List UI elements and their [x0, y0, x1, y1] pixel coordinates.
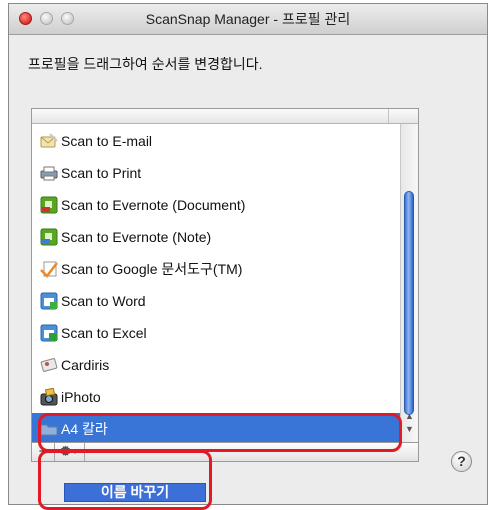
profile-row-scan-to-evernote-document[interactable]: Scan to Evernote (Document) — [32, 189, 400, 221]
profile-row-cardiris[interactable]: Cardiris — [32, 349, 400, 381]
evernote-pdf-icon — [40, 196, 58, 214]
scroll-thumb[interactable] — [404, 191, 414, 415]
list-header-divider — [388, 109, 389, 123]
action-context-menu: 이름 바꾸기 — [64, 483, 206, 502]
profile-row-scan-to-word[interactable]: Scan to Word — [32, 285, 400, 317]
iphoto-icon — [40, 388, 58, 406]
word-icon — [40, 292, 58, 310]
list-header — [32, 109, 418, 124]
scroll-down-arrow-icon[interactable]: ▼ — [404, 424, 415, 435]
action-menu-button[interactable]: ▼ — [54, 443, 85, 461]
profile-row-scan-to-excel[interactable]: Scan to Excel — [32, 317, 400, 349]
folder-icon — [40, 420, 58, 438]
excel-icon — [40, 324, 58, 342]
gear-icon — [59, 443, 71, 461]
profile-row-scan-to-evernote-note[interactable]: Scan to Evernote (Note) — [32, 221, 400, 253]
profile-label: Scan to E-mail — [61, 133, 153, 149]
profile-row-scan-to-google-docs[interactable]: Scan to Google 문서도구(TM) — [32, 253, 400, 285]
title-bar[interactable]: ScanSnap Manager - 프로필 관리 — [9, 4, 487, 35]
google-docs-icon — [40, 260, 58, 278]
evernote-jpg-icon — [40, 228, 58, 246]
profile-label: Scan to Word — [61, 293, 146, 309]
list-scrollbar[interactable]: ▲ ▼ — [400, 124, 418, 442]
profile-label: Cardiris — [61, 357, 110, 373]
chevron-down-icon: ▼ — [71, 448, 79, 456]
profile-label: Scan to Print — [61, 165, 142, 181]
instruction-text: 프로필을 드래그하여 순서를 변경합니다. — [28, 56, 263, 72]
profile-list[interactable]: Scan to E-mail Scan to Print Scan to Eve… — [31, 108, 419, 443]
profile-label: Scan to Evernote (Note) — [61, 229, 212, 245]
profile-row-scan-to-email[interactable]: Scan to E-mail — [32, 125, 400, 157]
profile-rows: Scan to E-mail Scan to Print Scan to Eve… — [32, 125, 400, 442]
profile-row-a4-color[interactable]: A4 칼라 — [32, 413, 400, 442]
window-title: ScanSnap Manager - 프로필 관리 — [145, 11, 351, 27]
scroll-up-arrow-icon[interactable]: ▲ — [404, 411, 415, 422]
list-toolbar: − ▼ — [31, 443, 419, 462]
printer-icon — [40, 164, 58, 182]
remove-profile-button[interactable]: − — [32, 443, 55, 461]
profile-row-scan-to-print[interactable]: Scan to Print — [32, 157, 400, 189]
help-button[interactable]: ? — [451, 451, 472, 472]
rename-menu-item[interactable]: 이름 바꾸기 — [65, 484, 205, 501]
email-icon — [40, 132, 58, 150]
profile-label: A4 칼라 — [61, 421, 108, 437]
profile-label: iPhoto — [61, 389, 101, 405]
profile-label: Scan to Excel — [61, 325, 147, 341]
profile-row-iphoto[interactable]: iPhoto — [32, 381, 400, 413]
profile-label: Scan to Evernote (Document) — [61, 197, 246, 213]
profile-label: Scan to Google 문서도구(TM) — [61, 261, 243, 277]
cardiris-icon — [40, 356, 58, 374]
